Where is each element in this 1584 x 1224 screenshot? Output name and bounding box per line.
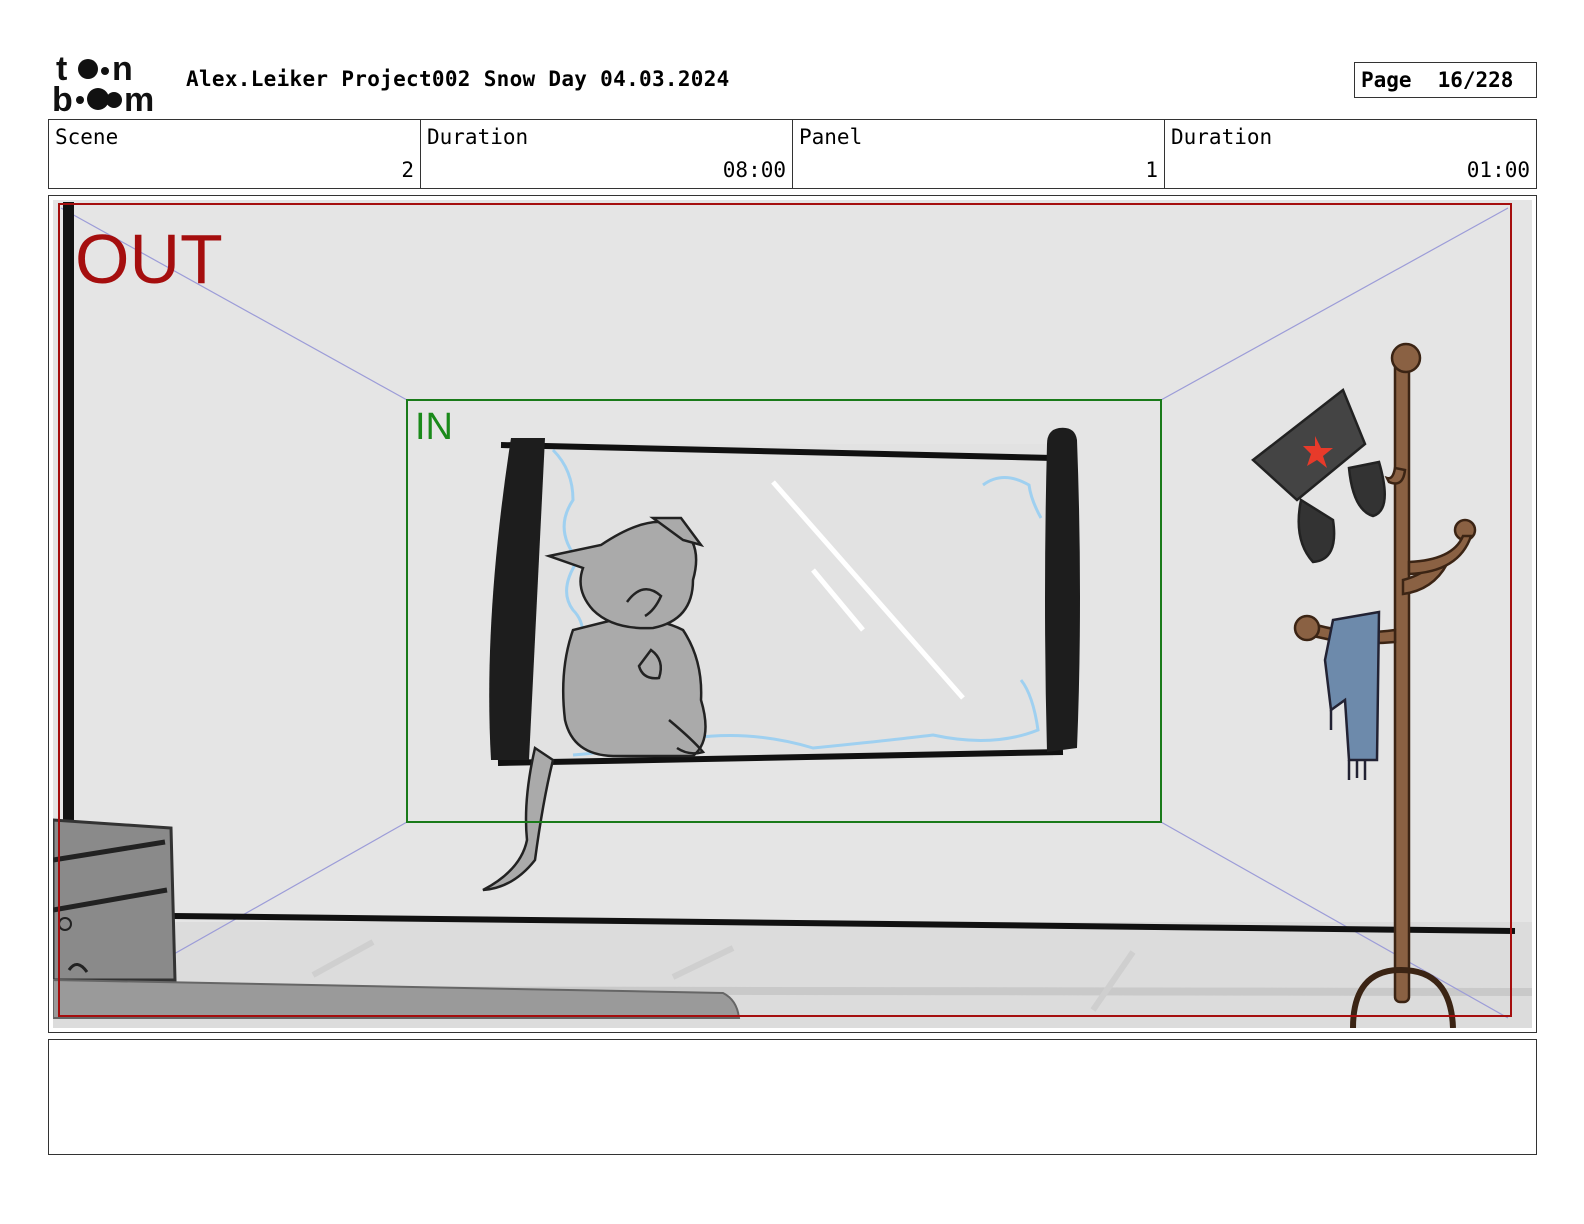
panel-duration-cell: Duration 01:00 xyxy=(1165,120,1536,188)
page-number: 16/228 xyxy=(1437,68,1514,92)
panel-cell: Panel 1 xyxy=(793,120,1165,188)
panel-value: 1 xyxy=(1145,158,1158,182)
scene-cell: Scene 2 xyxy=(49,120,421,188)
dresser-drawing xyxy=(53,818,177,982)
document-title: Alex.Leiker Project002 Snow Day 04.03.20… xyxy=(186,67,730,91)
svg-text:b: b xyxy=(52,81,73,114)
svg-text:m: m xyxy=(124,81,154,114)
scene-value: 2 xyxy=(401,158,414,182)
panel-drawing xyxy=(53,200,1532,1028)
in-label: IN xyxy=(415,406,453,448)
scene-info-table: Scene 2 Duration 08:00 Panel 1 Duration … xyxy=(48,119,1537,189)
panel-notes-box[interactable] xyxy=(48,1039,1537,1155)
panel-label: Panel xyxy=(799,125,863,149)
page-label: Page xyxy=(1361,68,1412,92)
storyboard-panel: OUT IN xyxy=(48,195,1537,1033)
panel-duration-value: 01:00 xyxy=(1466,158,1530,182)
scene-duration-value: 08:00 xyxy=(722,158,786,182)
out-label: OUT xyxy=(75,220,223,298)
scene-label: Scene xyxy=(55,125,119,149)
scene-duration-label: Duration xyxy=(427,125,529,149)
panel-duration-label: Duration xyxy=(1171,125,1273,149)
scene-duration-cell: Duration 08:00 xyxy=(421,120,793,188)
toon-boom-logo: t n b m xyxy=(52,50,154,114)
page-counter: Page 16/228 xyxy=(1354,62,1537,98)
